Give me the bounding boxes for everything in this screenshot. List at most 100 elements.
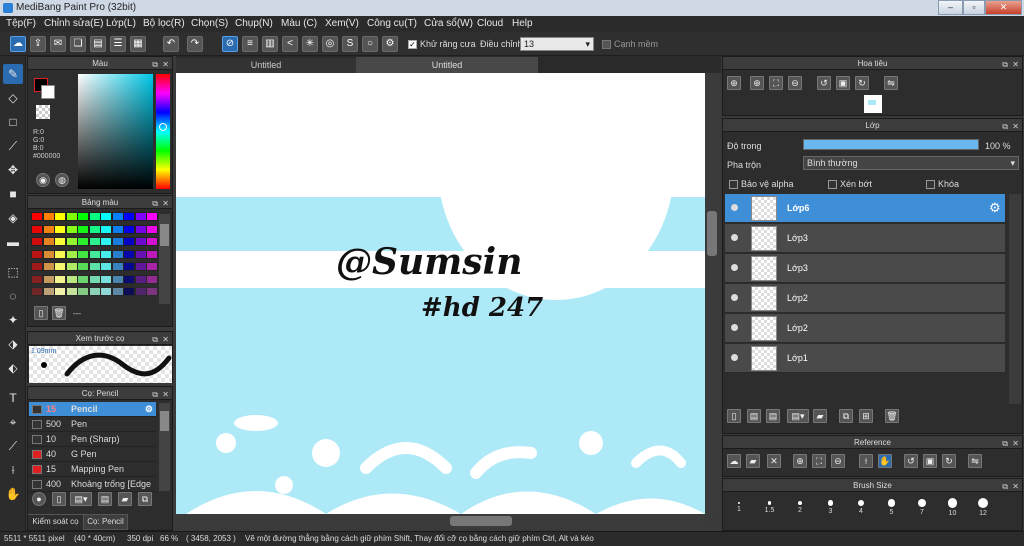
document-icon[interactable]: ▤ [90, 36, 106, 52]
opacity-slider[interactable] [803, 139, 979, 150]
float-icon[interactable]: ⧉ [152, 58, 158, 71]
color-swatch[interactable] [31, 224, 43, 234]
duplicate-layer-icon[interactable]: ⧉ [839, 409, 853, 423]
color-swatch[interactable] [88, 287, 101, 296]
ellipse-snap-icon[interactable]: ○ [362, 36, 378, 52]
select-eraser-icon[interactable]: ⬖ [3, 358, 23, 378]
menu-help[interactable]: Help [512, 18, 533, 29]
visibility-icon[interactable] [731, 264, 738, 271]
canvas-hscroll[interactable] [176, 514, 705, 528]
visibility-icon[interactable] [731, 204, 738, 211]
tab-untitled-1[interactable]: Untitled [176, 58, 356, 73]
color-swatch[interactable] [111, 249, 124, 259]
palette-icon[interactable]: ◉ [36, 173, 50, 187]
float-icon[interactable]: ⧉ [1002, 58, 1008, 71]
menu-file[interactable]: Tệp(F) [6, 18, 36, 29]
ref-rotate-right-icon[interactable]: ↻ [942, 454, 956, 468]
hue-slider[interactable] [156, 74, 170, 189]
color-swatch[interactable] [88, 249, 101, 259]
menu-select[interactable]: Chọn(S) [191, 18, 228, 29]
color-swatch[interactable] [100, 249, 112, 259]
color-swatch[interactable] [31, 287, 43, 296]
color-swatch[interactable] [31, 262, 43, 271]
color-wheel-icon[interactable]: ◍ [55, 173, 69, 187]
color-swatch[interactable] [77, 249, 89, 259]
ref-zoom-in-icon[interactable]: ⊕ [793, 454, 807, 468]
brush-size-option[interactable]: 2 [786, 493, 814, 521]
circle-snap-icon[interactable]: ◎ [322, 36, 338, 52]
color-swatch[interactable] [77, 274, 89, 284]
lock-option[interactable]: Khóa [926, 179, 959, 190]
cloud-download-icon[interactable]: ☁ [727, 454, 741, 468]
eraser-tool-icon[interactable]: ◇ [3, 88, 23, 108]
brush-doc-icon[interactable]: ▤ [98, 492, 112, 506]
color-swatch[interactable] [146, 287, 158, 296]
color-swatch[interactable] [100, 262, 112, 271]
redo-icon[interactable]: ↷ [187, 36, 203, 52]
close-icon[interactable]: ✕ [1012, 437, 1019, 450]
blend-select[interactable]: Bình thường ▾ [803, 156, 1019, 170]
snap-off-icon[interactable]: ⊘ [222, 36, 238, 52]
flip-icon[interactable]: ⇋ [884, 76, 898, 90]
tab-brush-control[interactable]: Kiểm soát cọ [28, 514, 83, 530]
chat-icon[interactable]: ❏ [70, 36, 86, 52]
settings-icon[interactable]: ⚙ [382, 36, 398, 52]
close-icon[interactable]: ✕ [162, 58, 169, 71]
color-swatch[interactable] [146, 262, 158, 271]
brush-item[interactable]: 500 Pen [29, 417, 156, 432]
brush-item[interactable]: 15 Pencil ⚙ [29, 402, 156, 417]
color-swatch[interactable] [134, 274, 147, 284]
color-swatch[interactable] [88, 237, 101, 246]
undo-icon[interactable]: ↶ [163, 36, 179, 52]
add-color-icon[interactable]: ▯ [34, 306, 48, 320]
menu-layer[interactable]: Lớp(L) [106, 18, 136, 29]
rotate-right-icon[interactable]: ↻ [855, 76, 869, 90]
magic-wand-icon[interactable]: ✦ [3, 310, 23, 330]
hand-tool-icon[interactable]: ✋ [3, 484, 23, 504]
brush-item[interactable]: 40 G Pen [29, 447, 156, 462]
color-swatch[interactable] [100, 287, 112, 296]
ref-fit-icon[interactable]: ⛶ [812, 454, 826, 468]
color-swatch[interactable] [42, 224, 55, 234]
color-swatch[interactable] [100, 274, 112, 284]
color-swatch[interactable] [111, 274, 124, 284]
minimize-button[interactable]: – [938, 0, 963, 15]
new-layer-2-icon[interactable]: ▤ [747, 409, 761, 423]
layer-row[interactable]: Lớp3 [725, 224, 1005, 253]
color-swatch[interactable] [123, 212, 135, 221]
antialias-checkbox[interactable]: ✓ [408, 40, 417, 50]
layer-row[interactable]: Lớp2 [725, 284, 1005, 313]
color-swatch[interactable] [42, 237, 55, 246]
rectangle-tool-icon[interactable]: □ [3, 112, 23, 132]
color-swatch[interactable] [54, 237, 66, 246]
color-swatch[interactable] [54, 287, 66, 296]
menu-filter[interactable]: Bộ lọc(R) [143, 18, 185, 29]
color-swatch[interactable] [123, 287, 135, 296]
comment-icon[interactable]: ✉ [50, 36, 66, 52]
folder-icon[interactable]: ▰ [118, 492, 132, 506]
grid-icon[interactable]: ▦ [130, 36, 146, 52]
close-icon[interactable]: ✕ [1012, 58, 1019, 71]
new-layer-3-icon[interactable]: ▤ [766, 409, 780, 423]
color-swatch[interactable] [77, 262, 89, 271]
color-swatch[interactable] [100, 212, 112, 221]
brush-size-option[interactable]: 1.5 [756, 493, 784, 521]
delete-layer-icon[interactable]: 🗑 [885, 409, 899, 423]
menu-edit[interactable]: Chỉnh sửa(E) [44, 18, 104, 29]
color-swatch[interactable] [146, 237, 158, 246]
ref-flip-icon[interactable]: ⇋ [968, 454, 982, 468]
color-swatch[interactable] [88, 212, 101, 221]
soft-edge-checkbox[interactable] [602, 40, 611, 50]
select-tool-icon[interactable]: ⬚ [3, 262, 23, 282]
trash-icon[interactable]: 🗑 [52, 306, 66, 320]
close-icon[interactable]: ✕ [1012, 480, 1019, 493]
color-swatch[interactable] [123, 237, 135, 246]
fit-icon[interactable]: ⛶ [769, 76, 783, 90]
select-pen-icon[interactable]: ⬗ [3, 334, 23, 354]
menu-window[interactable]: Cửa sổ(W) [424, 18, 473, 29]
menu-tools[interactable]: Công cụ(T) [367, 18, 417, 29]
divide-tool-icon[interactable]: ⌖ [3, 412, 23, 432]
maximize-button[interactable]: ▫ [963, 0, 985, 15]
list-icon[interactable]: ☰ [110, 36, 126, 52]
color-swatch[interactable] [100, 224, 112, 234]
